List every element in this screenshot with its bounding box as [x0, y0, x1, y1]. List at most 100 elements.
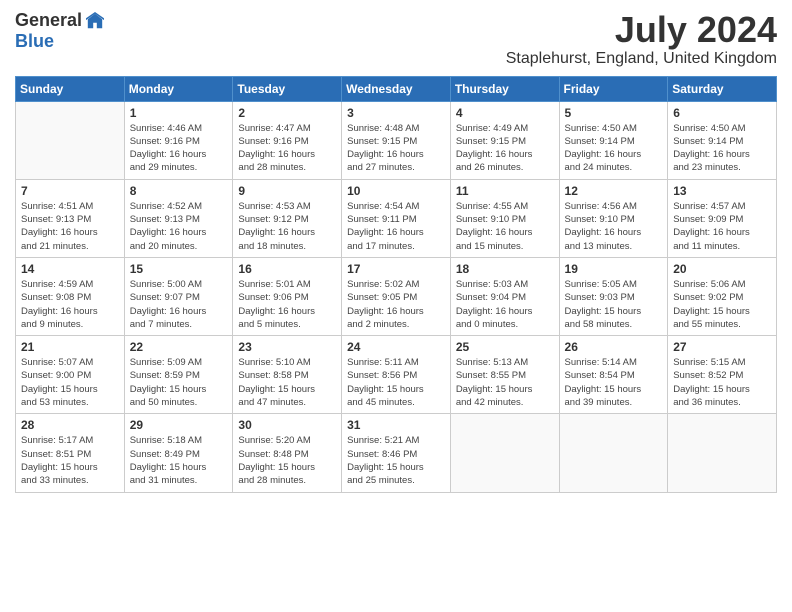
calendar-cell: 15 Sunrise: 5:00 AM Sunset: 9:07 PM Dayli…: [124, 257, 233, 335]
day-number: 12: [565, 184, 663, 198]
day-info: Sunrise: 4:50 AM Sunset: 9:14 PM Dayligh…: [673, 122, 771, 175]
day-number: 16: [238, 262, 336, 276]
calendar-cell: 3 Sunrise: 4:48 AM Sunset: 9:15 PM Daylig…: [342, 101, 451, 179]
day-info: Sunrise: 5:07 AM Sunset: 9:00 PM Dayligh…: [21, 356, 119, 409]
day-info: Sunrise: 5:10 AM Sunset: 8:58 PM Dayligh…: [238, 356, 336, 409]
day-number: 13: [673, 184, 771, 198]
logo-icon: [86, 12, 104, 30]
calendar-cell: [559, 414, 668, 492]
calendar-cell: 22 Sunrise: 5:09 AM Sunset: 8:59 PM Dayli…: [124, 336, 233, 414]
day-number: 4: [456, 106, 554, 120]
day-number: 10: [347, 184, 445, 198]
location-title: Staplehurst, England, United Kingdom: [506, 50, 777, 68]
calendar-cell: 27Sunrise: 5:15 AM Sunset: 8:52 PM Dayli…: [668, 336, 777, 414]
day-info: Sunrise: 4:56 AM Sunset: 9:10 PM Dayligh…: [565, 200, 663, 253]
calendar-week-row: 28Sunrise: 5:17 AM Sunset: 8:51 PM Dayli…: [16, 414, 777, 492]
day-info: Sunrise: 4:54 AM Sunset: 9:11 PM Dayligh…: [347, 200, 445, 253]
day-info: Sunrise: 4:48 AM Sunset: 9:15 PM Dayligh…: [347, 122, 445, 175]
day-number: 11: [456, 184, 554, 198]
calendar-cell: 23 Sunrise: 5:10 AM Sunset: 8:58 PM Dayli…: [233, 336, 342, 414]
day-info: Sunrise: 4:52 AM Sunset: 9:13 PM Dayligh…: [130, 200, 228, 253]
calendar-cell: 30 Sunrise: 5:20 AM Sunset: 8:48 PM Dayli…: [233, 414, 342, 492]
calendar-cell: 14Sunrise: 4:59 AM Sunset: 9:08 PM Dayli…: [16, 257, 125, 335]
day-info: Sunrise: 5:18 AM Sunset: 8:49 PM Dayligh…: [130, 434, 228, 487]
day-info: Sunrise: 5:20 AM Sunset: 8:48 PM Dayligh…: [238, 434, 336, 487]
day-number: 21: [21, 340, 119, 354]
day-number: 27: [673, 340, 771, 354]
calendar-cell: 19 Sunrise: 5:05 AM Sunset: 9:03 PM Dayli…: [559, 257, 668, 335]
weekday-header-wednesday: Wednesday: [342, 76, 451, 101]
day-info: Sunrise: 5:21 AM Sunset: 8:46 PM Dayligh…: [347, 434, 445, 487]
calendar-table: SundayMondayTuesdayWednesdayThursdayFrid…: [15, 76, 777, 493]
day-info: Sunrise: 4:49 AM Sunset: 9:15 PM Dayligh…: [456, 122, 554, 175]
day-info: Sunrise: 5:13 AM Sunset: 8:55 PM Dayligh…: [456, 356, 554, 409]
day-number: 15: [130, 262, 228, 276]
day-number: 3: [347, 106, 445, 120]
day-info: Sunrise: 5:05 AM Sunset: 9:03 PM Dayligh…: [565, 278, 663, 331]
day-info: Sunrise: 5:02 AM Sunset: 9:05 PM Dayligh…: [347, 278, 445, 331]
calendar-cell: 29 Sunrise: 5:18 AM Sunset: 8:49 PM Dayli…: [124, 414, 233, 492]
day-info: Sunrise: 5:09 AM Sunset: 8:59 PM Dayligh…: [130, 356, 228, 409]
day-info: Sunrise: 4:51 AM Sunset: 9:13 PM Dayligh…: [21, 200, 119, 253]
day-number: 9: [238, 184, 336, 198]
calendar-cell: 24Sunrise: 5:11 AM Sunset: 8:56 PM Dayli…: [342, 336, 451, 414]
day-number: 5: [565, 106, 663, 120]
calendar-cell: 8 Sunrise: 4:52 AM Sunset: 9:13 PM Daylig…: [124, 179, 233, 257]
logo-blue: Blue: [15, 31, 54, 52]
day-number: 30: [238, 418, 336, 432]
day-number: 2: [238, 106, 336, 120]
day-number: 6: [673, 106, 771, 120]
calendar-cell: 28Sunrise: 5:17 AM Sunset: 8:51 PM Dayli…: [16, 414, 125, 492]
calendar-cell: 16 Sunrise: 5:01 AM Sunset: 9:06 PM Dayli…: [233, 257, 342, 335]
weekday-header-row: SundayMondayTuesdayWednesdayThursdayFrid…: [16, 76, 777, 101]
day-number: 7: [21, 184, 119, 198]
calendar-cell: 10 Sunrise: 4:54 AM Sunset: 9:11 PM Dayli…: [342, 179, 451, 257]
calendar-cell: 17 Sunrise: 5:02 AM Sunset: 9:05 PM Dayli…: [342, 257, 451, 335]
day-number: 18: [456, 262, 554, 276]
day-info: Sunrise: 5:00 AM Sunset: 9:07 PM Dayligh…: [130, 278, 228, 331]
day-number: 24: [347, 340, 445, 354]
weekday-header-saturday: Saturday: [668, 76, 777, 101]
title-block: July 2024 Staplehurst, England, United K…: [506, 10, 777, 68]
day-info: Sunrise: 5:06 AM Sunset: 9:02 PM Dayligh…: [673, 278, 771, 331]
calendar-week-row: 14Sunrise: 4:59 AM Sunset: 9:08 PM Dayli…: [16, 257, 777, 335]
calendar-cell: [16, 101, 125, 179]
calendar-cell: [668, 414, 777, 492]
day-number: 28: [21, 418, 119, 432]
weekday-header-thursday: Thursday: [450, 76, 559, 101]
day-info: Sunrise: 4:57 AM Sunset: 9:09 PM Dayligh…: [673, 200, 771, 253]
day-info: Sunrise: 4:55 AM Sunset: 9:10 PM Dayligh…: [456, 200, 554, 253]
calendar-week-row: 21 Sunrise: 5:07 AM Sunset: 9:00 PM Dayli…: [16, 336, 777, 414]
calendar-cell: 7 Sunrise: 4:51 AM Sunset: 9:13 PM Daylig…: [16, 179, 125, 257]
logo: General Blue: [15, 10, 104, 52]
calendar-cell: 13 Sunrise: 4:57 AM Sunset: 9:09 PM Dayli…: [668, 179, 777, 257]
day-number: 8: [130, 184, 228, 198]
calendar-cell: 18 Sunrise: 5:03 AM Sunset: 9:04 PM Dayli…: [450, 257, 559, 335]
day-number: 20: [673, 262, 771, 276]
calendar-cell: 11 Sunrise: 4:55 AM Sunset: 9:10 PM Dayli…: [450, 179, 559, 257]
weekday-header-monday: Monday: [124, 76, 233, 101]
day-number: 23: [238, 340, 336, 354]
calendar-cell: 31Sunrise: 5:21 AM Sunset: 8:46 PM Dayli…: [342, 414, 451, 492]
calendar-cell: 6 Sunrise: 4:50 AM Sunset: 9:14 PM Daylig…: [668, 101, 777, 179]
day-number: 1: [130, 106, 228, 120]
day-number: 25: [456, 340, 554, 354]
calendar-cell: 5Sunrise: 4:50 AM Sunset: 9:14 PM Daylig…: [559, 101, 668, 179]
day-number: 17: [347, 262, 445, 276]
logo-general: General: [15, 10, 82, 31]
day-info: Sunrise: 5:03 AM Sunset: 9:04 PM Dayligh…: [456, 278, 554, 331]
day-info: Sunrise: 5:01 AM Sunset: 9:06 PM Dayligh…: [238, 278, 336, 331]
day-number: 19: [565, 262, 663, 276]
calendar-week-row: 7 Sunrise: 4:51 AM Sunset: 9:13 PM Daylig…: [16, 179, 777, 257]
calendar-cell: 9Sunrise: 4:53 AM Sunset: 9:12 PM Daylig…: [233, 179, 342, 257]
page: General Blue July 2024 Staplehurst, Engl…: [0, 0, 792, 612]
calendar-cell: 26Sunrise: 5:14 AM Sunset: 8:54 PM Dayli…: [559, 336, 668, 414]
weekday-header-friday: Friday: [559, 76, 668, 101]
day-number: 22: [130, 340, 228, 354]
calendar-cell: 2Sunrise: 4:47 AM Sunset: 9:16 PM Daylig…: [233, 101, 342, 179]
day-number: 14: [21, 262, 119, 276]
day-number: 29: [130, 418, 228, 432]
day-info: Sunrise: 5:14 AM Sunset: 8:54 PM Dayligh…: [565, 356, 663, 409]
calendar-cell: 4 Sunrise: 4:49 AM Sunset: 9:15 PM Daylig…: [450, 101, 559, 179]
calendar-cell: 12 Sunrise: 4:56 AM Sunset: 9:10 PM Dayli…: [559, 179, 668, 257]
